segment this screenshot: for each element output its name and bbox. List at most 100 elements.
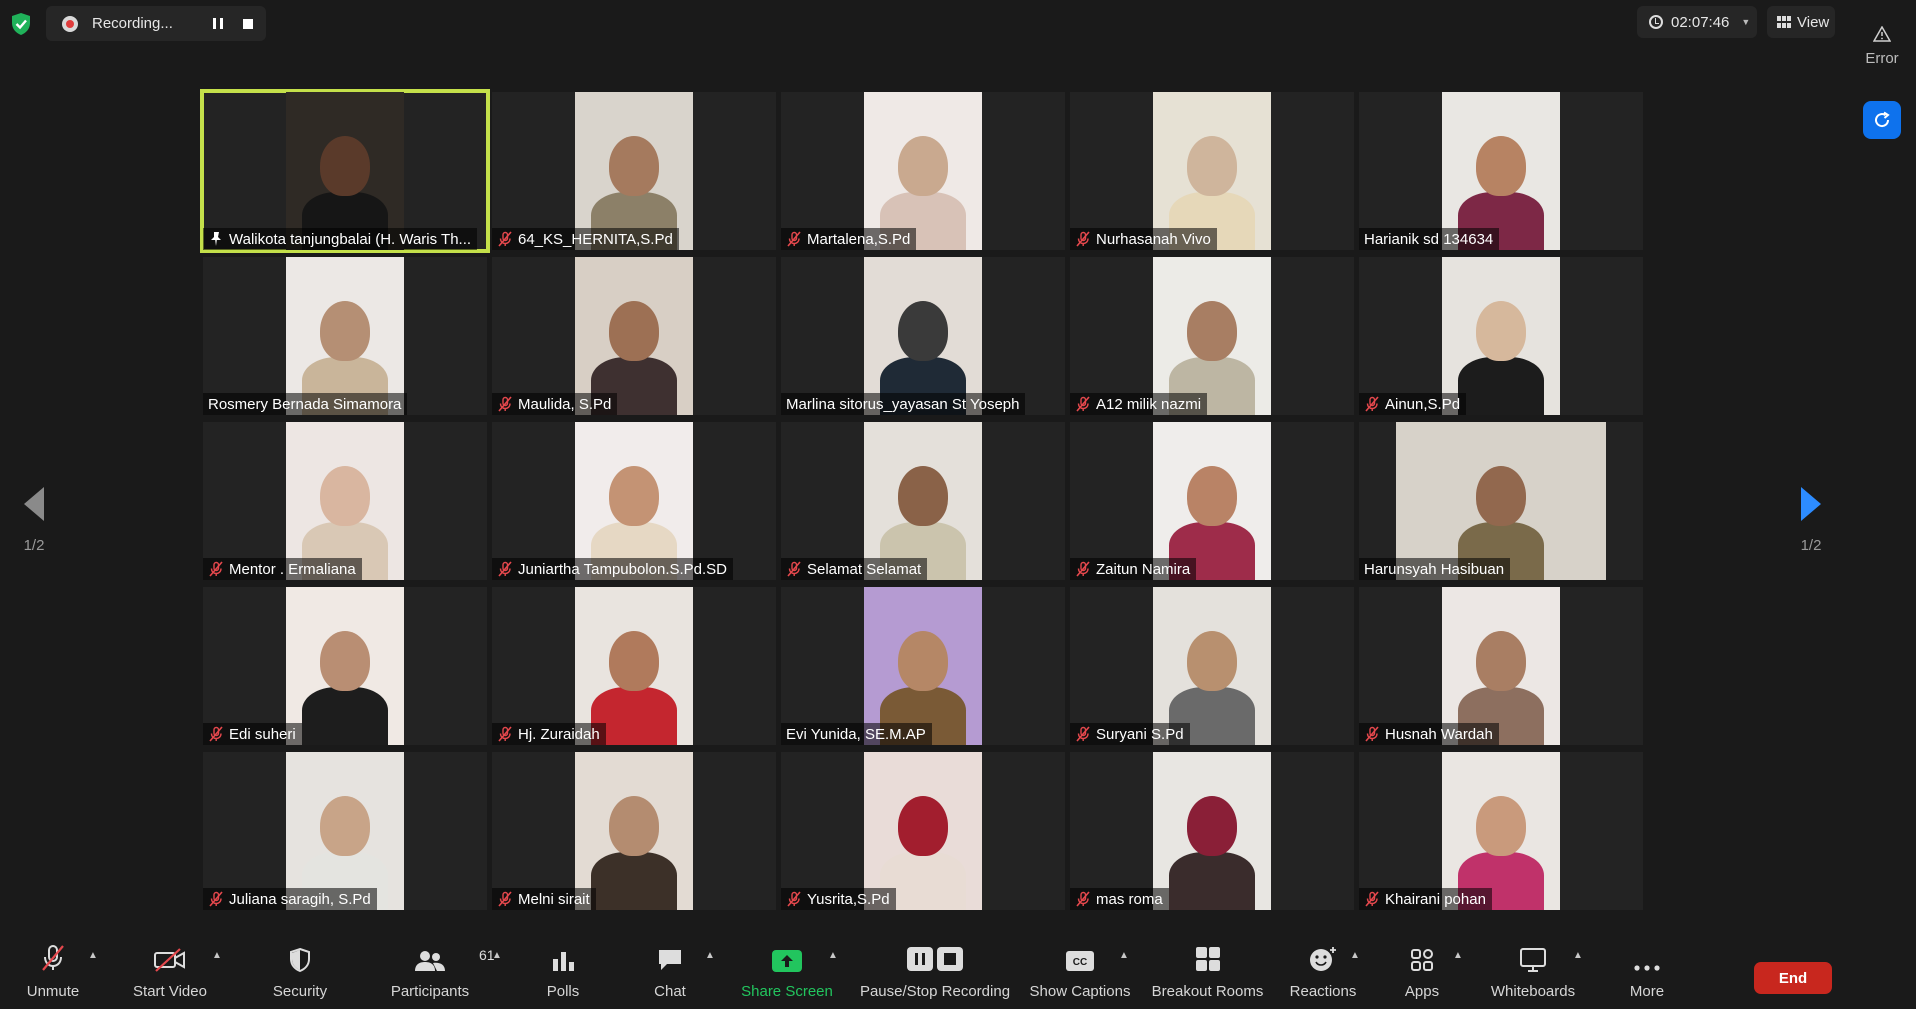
participant-tile[interactable]: Mentor . Ermaliana (203, 422, 487, 580)
participants-caret-icon[interactable]: ▲ (492, 950, 502, 961)
participant-tile[interactable]: Hj. Zuraidah (492, 587, 776, 745)
participant-video (1396, 422, 1606, 580)
whiteboard-icon (1520, 948, 1546, 972)
participant-video (1153, 422, 1271, 580)
pause-icon (213, 18, 223, 29)
view-label: View (1797, 13, 1830, 31)
next-page-button[interactable]: 1/2 (1796, 487, 1826, 554)
participant-name: Juniartha Tampubolon.S.Pd.SD (518, 560, 728, 578)
participant-tile[interactable]: Marlina sitorus_yayasan St Yoseph (781, 257, 1065, 415)
whiteboards-button[interactable]: Whiteboards (1483, 940, 1583, 1009)
pause-recording-button[interactable] (204, 10, 232, 38)
participant-name: A12 milik nazmi (1096, 395, 1202, 413)
participant-name: 64_KS_HERNITA,S.Pd (518, 230, 673, 248)
participant-name: Hj. Zuraidah (518, 725, 600, 743)
participant-nameplate: A12 milik nazmi (1070, 393, 1208, 415)
participant-tile[interactable]: Husnah Wardah (1359, 587, 1643, 745)
microphone-muted-icon (42, 945, 64, 971)
participant-body (1169, 852, 1255, 910)
security-shield-icon[interactable] (10, 12, 32, 36)
participant-face (1476, 796, 1526, 856)
participant-face (609, 631, 659, 691)
participant-video (1153, 587, 1271, 745)
share-screen-button[interactable]: Share Screen (737, 940, 837, 1009)
security-button[interactable]: Security (265, 940, 335, 1009)
participant-tile[interactable]: Edi suheri (203, 587, 487, 745)
participant-nameplate: Harunsyah Hasibuan (1359, 558, 1511, 580)
participant-tile[interactable]: Walikota tanjungbalai (H. Waris Th... (200, 89, 490, 253)
participant-name: Mentor . Ermaliana (229, 560, 356, 578)
participant-face (1476, 136, 1526, 196)
stop-recording-button[interactable] (234, 10, 262, 38)
participant-tile[interactable]: Evi Yunida, SE.M.AP (781, 587, 1065, 745)
participant-nameplate: Harianik sd 134634 (1359, 228, 1500, 250)
participant-tile[interactable]: Yusrita,S.Pd (781, 752, 1065, 910)
svg-text:CC: CC (1073, 957, 1087, 968)
participant-name: Maulida, S.Pd (518, 395, 612, 413)
participant-tile[interactable]: Rosmery Bernada Simamora (203, 257, 487, 415)
chat-button[interactable]: Chat (640, 940, 700, 1009)
recording-status: Recording... (92, 15, 173, 32)
start-video-button[interactable]: Start Video (125, 940, 215, 1009)
more-button[interactable]: More (1617, 940, 1677, 1009)
participant-tile[interactable]: A12 milik nazmi (1070, 257, 1354, 415)
participant-tile[interactable]: Juniartha Tampubolon.S.Pd.SD (492, 422, 776, 580)
participant-tile[interactable]: Ainun,S.Pd (1359, 257, 1643, 415)
participant-nameplate: Rosmery Bernada Simamora (203, 393, 408, 415)
share-screen-caret-icon[interactable]: ▲ (828, 950, 838, 961)
participant-nameplate: Mentor . Ermaliana (203, 558, 362, 580)
captions-caret-icon[interactable]: ▲ (1119, 950, 1129, 961)
unmute-button[interactable]: Unmute (18, 940, 88, 1009)
participant-face (1476, 466, 1526, 526)
page-indicator-left: 1/2 (23, 537, 45, 554)
participant-tile[interactable]: Martalena,S.Pd (781, 92, 1065, 250)
participant-tile[interactable]: Suryani S.Pd (1070, 587, 1354, 745)
participant-face (609, 301, 659, 361)
end-meeting-button[interactable]: End (1754, 962, 1832, 994)
breakout-rooms-button[interactable]: Breakout Rooms (1145, 940, 1270, 1009)
microphone-muted-icon (787, 891, 801, 907)
apps-button[interactable]: Apps (1392, 940, 1452, 1009)
security-label: Security (272, 983, 328, 1000)
clock-icon (1649, 15, 1663, 29)
participant-video (575, 257, 693, 415)
participant-tile[interactable]: Selamat Selamat (781, 422, 1065, 580)
participant-tile[interactable]: Zaitun Namira (1070, 422, 1354, 580)
pause-stop-recording-button[interactable]: Pause/Stop Recording (855, 940, 1015, 1009)
refresh-button[interactable] (1863, 101, 1901, 139)
participant-tile[interactable]: Harunsyah Hasibuan (1359, 422, 1643, 580)
shield-icon (290, 947, 310, 973)
participant-tile[interactable]: Maulida, S.Pd (492, 257, 776, 415)
video-options-caret-icon[interactable]: ▲ (212, 950, 222, 961)
participant-face (898, 136, 948, 196)
participant-video (864, 92, 982, 250)
participant-nameplate: Juniartha Tampubolon.S.Pd.SD (492, 558, 734, 580)
participant-tile[interactable]: 64_KS_HERNITA,S.Pd (492, 92, 776, 250)
apps-caret-icon[interactable]: ▲ (1453, 950, 1463, 961)
participants-button[interactable]: 61 Participants (385, 940, 495, 1009)
participant-name: Juliana saragih, S.Pd (229, 890, 371, 908)
reactions-label: Reactions (1289, 983, 1357, 1000)
error-indicator[interactable]: Error (1862, 25, 1902, 67)
previous-page-button[interactable]: 1/2 (19, 487, 49, 554)
polls-button[interactable]: Polls (533, 940, 593, 1009)
audio-options-caret-icon[interactable]: ▲ (88, 950, 98, 961)
participant-tile[interactable]: Melni sirait (492, 752, 776, 910)
participant-nameplate: Ainun,S.Pd (1359, 393, 1467, 415)
participant-nameplate: Evi Yunida, SE.M.AP (781, 723, 932, 745)
participant-tile[interactable]: mas roma (1070, 752, 1354, 910)
microphone-muted-icon (1076, 396, 1090, 412)
whiteboards-caret-icon[interactable]: ▲ (1573, 950, 1583, 961)
meeting-timer[interactable]: 02:07:46 ▼ (1637, 6, 1757, 38)
participant-video (864, 257, 982, 415)
participant-tile[interactable]: Khairani pohan (1359, 752, 1643, 910)
participant-name: Melni sirait (518, 890, 590, 908)
participant-nameplate: Martalena,S.Pd (781, 228, 917, 250)
chat-caret-icon[interactable]: ▲ (705, 950, 715, 961)
participant-tile[interactable]: Harianik sd 134634 (1359, 92, 1643, 250)
view-button[interactable]: View (1767, 6, 1835, 38)
reactions-caret-icon[interactable]: ▲ (1350, 950, 1360, 961)
participant-tile[interactable]: Nurhasanah Vivo (1070, 92, 1354, 250)
participant-tile[interactable]: Juliana saragih, S.Pd (203, 752, 487, 910)
recording-dot-icon (62, 15, 78, 32)
